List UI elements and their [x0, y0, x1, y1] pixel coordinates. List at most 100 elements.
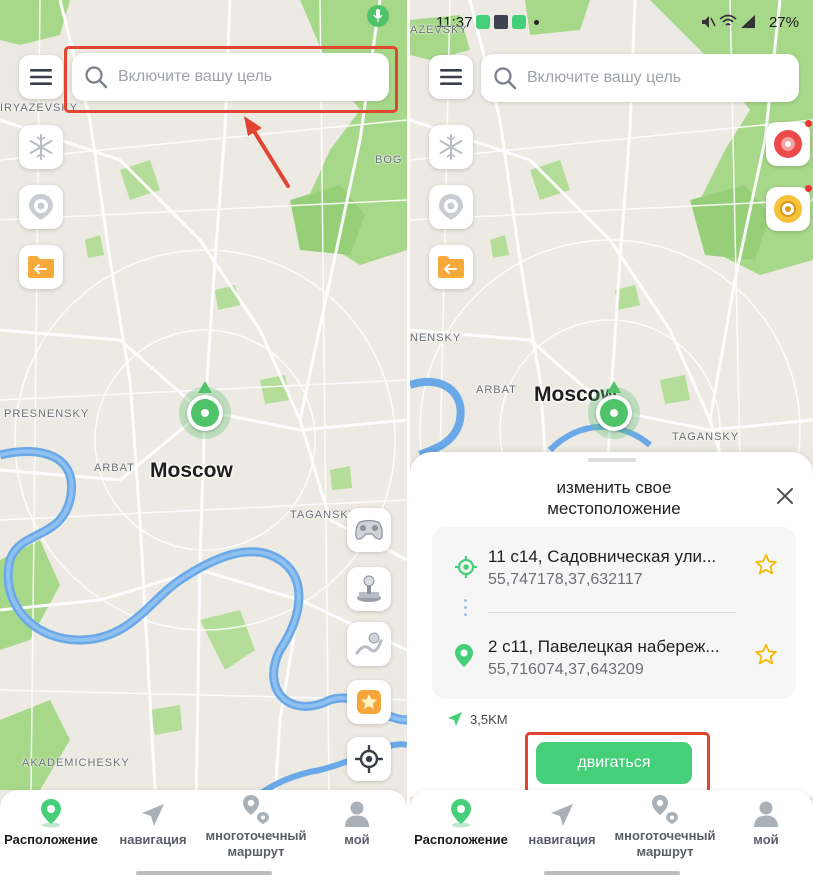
locate-button[interactable]: [347, 737, 391, 781]
destination-pin-icon: [455, 644, 473, 667]
district-label: ARBAT: [476, 384, 517, 396]
nav-item-location[interactable]: Расположение: [1, 798, 101, 848]
favorite-star-icon[interactable]: [754, 553, 778, 577]
route-separator: [488, 612, 736, 613]
nav-label: навигация: [119, 832, 187, 847]
move-button-highlight-box: [525, 732, 710, 794]
navigation-arrow-icon: [551, 804, 573, 826]
right-screenshot: 11:37 27% AZEVSKY NENSKY ARBAT TAGANSKY …: [410, 0, 813, 877]
district-label: BOG: [375, 154, 403, 166]
pokeball-button[interactable]: [19, 185, 63, 229]
person-icon: [754, 801, 778, 827]
city-label: Moscow: [150, 459, 233, 482]
status-bar: 11:37 27%: [410, 0, 813, 44]
sheet-title: изменить свое местоположение: [547, 478, 681, 518]
nav-item-multipoint[interactable]: многоточечный маршрут: [609, 794, 721, 860]
app-notification-icon: [512, 15, 526, 29]
import-button[interactable]: [19, 245, 63, 289]
record-icon: [774, 130, 802, 158]
wifi-icon: [719, 14, 737, 26]
district-label: ARBAT: [94, 462, 135, 474]
search-placeholder: Включите вашу цель: [527, 69, 682, 86]
change-location-sheet: изменить свое местоположение 11 с14, Сад…: [410, 452, 813, 797]
menu-button[interactable]: [429, 55, 473, 99]
pokeball-icon: [29, 194, 53, 220]
nav-item-navigation[interactable]: навигация: [103, 798, 203, 848]
nav-item-profile[interactable]: мой: [307, 798, 407, 848]
app-notification-icon: [476, 15, 490, 29]
menu-button[interactable]: [19, 55, 63, 99]
pokeball-button[interactable]: [429, 185, 473, 229]
navigation-arrow-icon: [448, 712, 462, 726]
home-indicator: [543, 871, 680, 875]
gamepad-icon: [355, 519, 383, 540]
district-label: TAGANSKY: [672, 431, 740, 443]
bottom-nav: Расположение навигация многоточечный мар…: [410, 790, 813, 877]
left-screenshot: IRYAZEVSKY BOG PRESNENSKY ARBAT TAGANSKY…: [0, 0, 407, 877]
nav-label: многоточечный маршрут: [205, 828, 307, 859]
signal-icon: [741, 15, 755, 28]
menu-icon: [30, 69, 52, 85]
joystick-icon: [357, 575, 381, 602]
destination-coordinates: 55,716074,37,643209: [488, 661, 644, 678]
freeze-button[interactable]: [429, 125, 473, 169]
route-start-row[interactable]: 11 с14, Садовническая ули... 55,747178,3…: [432, 547, 796, 607]
nav-item-location[interactable]: Расположение: [411, 798, 511, 848]
notification-dot: [805, 185, 812, 192]
distance-value: 3,5KM: [470, 711, 508, 727]
microphone-icon[interactable]: [367, 5, 389, 27]
district-label: AZEVSKY: [410, 24, 468, 36]
gamepad-button[interactable]: [347, 508, 391, 552]
sheet-handle[interactable]: [587, 458, 636, 462]
nav-label: Расположение: [4, 832, 98, 847]
home-indicator: [135, 871, 272, 875]
import-button[interactable]: [429, 245, 473, 289]
nav-item-profile[interactable]: мой: [716, 798, 813, 848]
district-label: PRESNENSKY: [4, 408, 90, 420]
destination-address: 2 с11, Павелецкая набереж...: [488, 637, 720, 656]
crosshair-icon: [455, 556, 477, 578]
search-highlight-box: [64, 46, 398, 113]
current-location-pin[interactable]: [179, 381, 231, 439]
folder-import-icon: [28, 256, 54, 278]
favorite-star-icon[interactable]: [754, 643, 778, 667]
multi-point-route-icon: [243, 795, 269, 824]
multi-point-route-icon: [652, 795, 678, 824]
star-badge-icon: [357, 690, 381, 714]
mute-icon: [702, 16, 716, 28]
close-icon[interactable]: [775, 486, 795, 506]
nav-item-multipoint[interactable]: многоточечный маршрут: [200, 794, 312, 860]
coin-button[interactable]: [766, 185, 812, 231]
snowflake-icon: [29, 134, 53, 160]
freeze-button[interactable]: [19, 125, 63, 169]
route-icon: [355, 632, 383, 655]
image-notification-icon: [494, 15, 508, 29]
folder-import-icon: [438, 256, 464, 278]
nav-item-navigation[interactable]: навигация: [512, 798, 612, 848]
route-connector: [464, 599, 467, 623]
route-distance: 3,5KM: [446, 710, 508, 728]
route-end-row[interactable]: 2 с11, Павелецкая набереж... 55,716074,3…: [432, 637, 796, 697]
more-notifications-icon: [534, 20, 539, 25]
district-label: AKADEMICHESKY: [22, 757, 130, 769]
pokeball-icon: [439, 194, 463, 220]
route-mode-button[interactable]: [347, 622, 391, 666]
navigation-arrow-icon: [142, 804, 164, 826]
nav-label: многоточечный маршрут: [614, 828, 716, 859]
coin-icon: [774, 195, 802, 223]
joystick-button[interactable]: [347, 567, 391, 611]
current-location-pin[interactable]: [588, 381, 640, 439]
district-label: NENSKY: [410, 332, 462, 344]
nav-label: мой: [344, 832, 370, 847]
nav-label: Расположение: [414, 832, 508, 847]
snowflake-icon: [439, 134, 463, 160]
notification-dot: [805, 120, 812, 127]
search-input[interactable]: Включите вашу цель: [481, 54, 799, 102]
start-coordinates: 55,747178,37,632117: [488, 571, 643, 588]
locate-icon: [355, 745, 383, 773]
battery-level: 27%: [768, 14, 799, 31]
nav-label: навигация: [528, 832, 596, 847]
nav-label: мой: [753, 832, 779, 847]
reward-button[interactable]: [347, 680, 391, 724]
record-button[interactable]: [766, 120, 812, 166]
